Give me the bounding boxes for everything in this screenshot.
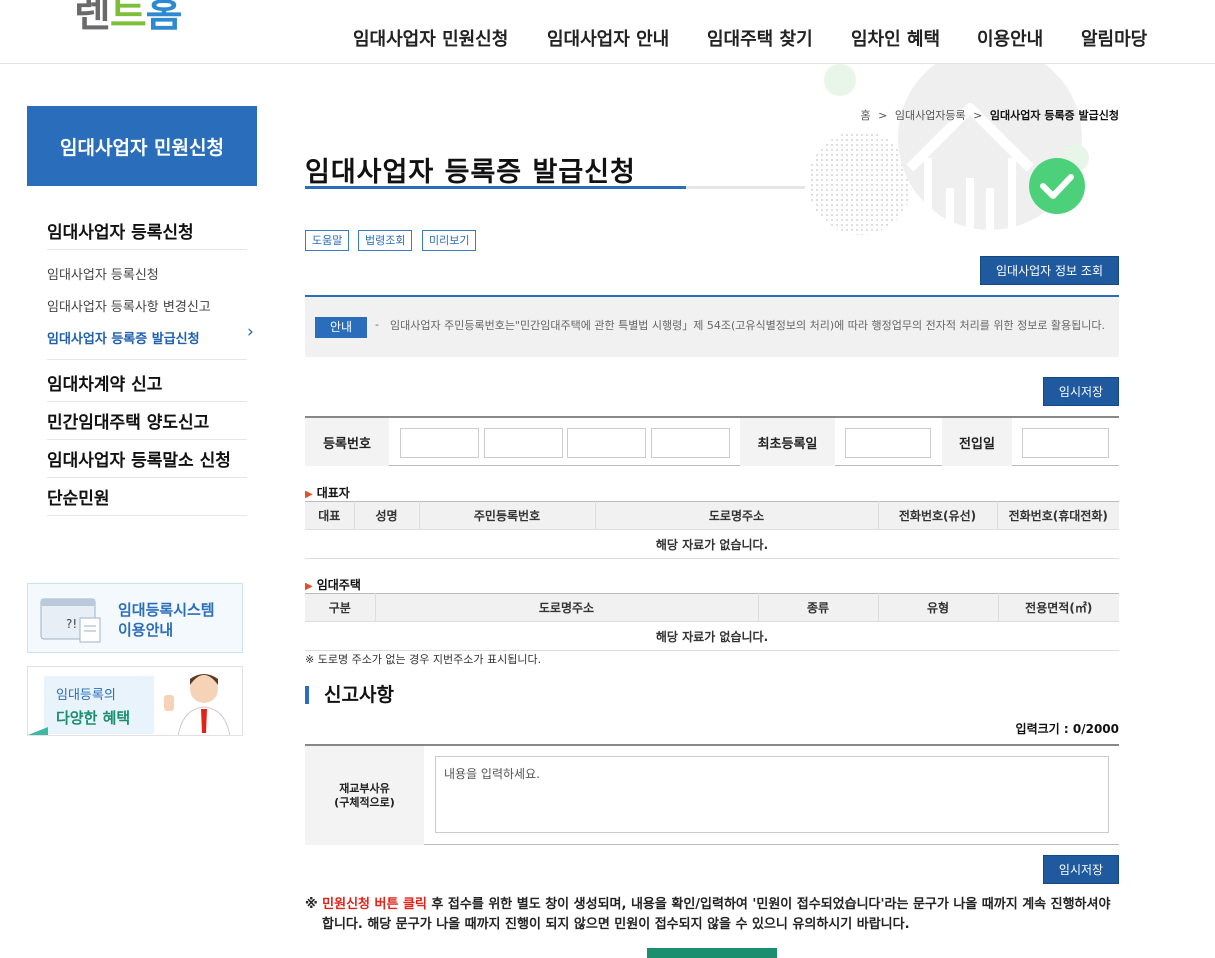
sidebar-menu-cancel[interactable]: 임대사업자 등록말소 신청	[47, 446, 247, 478]
reissue-reason-textarea[interactable]	[435, 756, 1109, 833]
reg-no-input-4[interactable]	[651, 428, 730, 458]
gnb-apply[interactable]: 임대사업자 민원신청	[353, 25, 508, 51]
gnb-find-house[interactable]: 임대주택 찾기	[707, 25, 813, 51]
civil-apply-button[interactable]	[647, 948, 777, 958]
breadcrumb-separator: >	[973, 109, 983, 122]
table-header: 전화번호(휴대전화)	[996, 501, 1119, 530]
reg-no-input-3[interactable]	[567, 428, 646, 458]
title-underline	[305, 186, 805, 189]
sidebar-divider	[47, 359, 247, 360]
first-reg-date-label: 최초등록일	[740, 418, 835, 466]
temp-save-button-bottom[interactable]: 임시저장	[1043, 855, 1119, 884]
table-header: 전용면적(㎡)	[997, 593, 1119, 622]
move-in-date-label: 전입일	[942, 418, 1012, 466]
guide-tag: 안내	[315, 317, 367, 338]
banner-system-guide[interactable]: ?! 임대등록시스템 이용안내	[27, 583, 243, 653]
sidebar-menu-transfer-report[interactable]: 민간임대주택 양도신고	[47, 408, 247, 440]
person-illustration	[164, 674, 231, 735]
empty-row: 해당 자료가 없습니다.	[305, 529, 1119, 559]
gnb-notice[interactable]: 알림마당	[1081, 25, 1147, 51]
house-section-title: ▶ 임대주택	[305, 578, 361, 592]
sidebar-menu-simple-civil[interactable]: 단순민원	[47, 484, 247, 516]
chevron-right-icon: ›	[247, 322, 254, 342]
breadcrumb-separator: >	[878, 109, 888, 122]
sidebar-menu-register[interactable]: 임대사업자 등록신청	[47, 218, 247, 250]
empty-row: 해당 자료가 없습니다.	[305, 621, 1119, 651]
breadcrumb-level1[interactable]: 임대사업자등록	[895, 109, 966, 122]
banner-benefits[interactable]: 임대등록의 다양한 혜택	[27, 666, 243, 736]
site-logo[interactable]: 렌트홈	[74, 0, 181, 40]
table-header: 성명	[353, 501, 420, 530]
sidebar-item-certificate[interactable]: 임대사업자 등록증 발급신청	[47, 328, 200, 347]
temp-save-button-top[interactable]: 임시저장	[1043, 377, 1119, 406]
report-heading: 신고사항	[305, 686, 394, 705]
table-header: 종류	[757, 593, 879, 622]
sidebar-menu-lease-report[interactable]: 임대차계약 신고	[47, 370, 247, 402]
table-header: 구분	[305, 593, 376, 622]
guide-text: 임대사업자 주민등록번호는"민간임대주택에 관한 특별법 시행령」제 54조(고…	[390, 319, 1106, 332]
breadcrumb: 홈 > 임대사업자등록 > 임대사업자 등록증 발급신청	[860, 107, 1119, 123]
banner1-line1: 임대등록시스템	[118, 601, 215, 619]
table-header: 전화번호(유선)	[877, 501, 998, 530]
reg-no-input-1[interactable]	[400, 428, 479, 458]
gnb-usage[interactable]: 이용안내	[977, 25, 1043, 51]
reg-no-input-2[interactable]	[484, 428, 563, 458]
house-check-illustration	[808, 58, 1089, 235]
check-icon	[1029, 158, 1085, 214]
first-reg-date-input[interactable]	[845, 428, 931, 458]
law-lookup-button[interactable]: 법령조회	[358, 230, 413, 251]
banner2-line2: 다양한 혜택	[56, 709, 131, 727]
guide-dash: -	[375, 318, 379, 331]
rep-section-title: ▶ 대표자	[305, 486, 350, 500]
reg-no-label: 등록번호	[305, 418, 389, 466]
page-title: 임대사업자 등록증 발급신청	[305, 157, 636, 188]
warning-highlight: 민원신청 버튼 클릭	[322, 897, 427, 912]
table-header: 도로명주소	[374, 593, 759, 622]
help-button[interactable]: 도움말	[305, 230, 350, 251]
guide-box: 안내 - 임대사업자 주민등록번호는"민간임대주택에 관한 특별법 시행령」제 …	[305, 295, 1119, 357]
table-header: 도로명주소	[594, 501, 879, 530]
submit-warning: ※ 민원신청 버튼 클릭 후 접수를 위한 별도 창이 생성되며, 내용을 확인…	[305, 897, 1111, 932]
reissue-reason-label: 재교부사유 (구체적으로)	[305, 746, 424, 845]
table-header: 대표	[305, 501, 355, 530]
gnb-tenant-benefits[interactable]: 임차인 혜택	[851, 25, 940, 51]
sidebar-title: 임대사업자 민원신청	[27, 106, 257, 186]
sidebar-item-register[interactable]: 임대사업자 등록신청	[47, 264, 159, 283]
table-header: 유형	[877, 593, 999, 622]
preview-button[interactable]: 미리보기	[422, 230, 477, 251]
document-icon: ?!	[40, 598, 101, 643]
report-form: 재교부사유 (구체적으로)	[305, 744, 1119, 845]
breadcrumb-current: 임대사업자 등록증 발급신청	[989, 109, 1119, 122]
banner1-line2: 이용안내	[118, 621, 174, 639]
sidebar-item-change[interactable]: 임대사업자 등록사항 변경신고	[47, 296, 211, 315]
site-header: 렌트홈 임대사업자 민원신청 임대사업자 안내 임대주택 찾기 임차인 혜택 이…	[0, 0, 1215, 64]
banner2-line1: 임대등록의	[56, 688, 116, 703]
representative-table: 대표 성명 주민등록번호 도로명주소 전화번호(유선) 전화번호(휴대전화) 해…	[305, 501, 1119, 559]
gnb-guide[interactable]: 임대사업자 안내	[547, 25, 669, 51]
svg-text:?!: ?!	[66, 617, 77, 631]
rental-house-table: 구분 도로명주소 종류 유형 전용면적(㎡) 해당 자료가 없습니다.	[305, 593, 1119, 651]
move-in-date-input[interactable]	[1022, 428, 1109, 458]
registration-form: 등록번호 최초등록일 전입일	[305, 416, 1119, 466]
char-count: 입력크기 : 0/2000	[1015, 722, 1119, 736]
lookup-info-button[interactable]: 임대사업자 정보 조회	[980, 256, 1119, 285]
table-header: 주민등록번호	[418, 501, 596, 530]
breadcrumb-home[interactable]: 홈	[860, 109, 870, 122]
address-note: ※ 도로명 주소가 없는 경우 지번주소가 표시됩니다.	[305, 653, 542, 666]
